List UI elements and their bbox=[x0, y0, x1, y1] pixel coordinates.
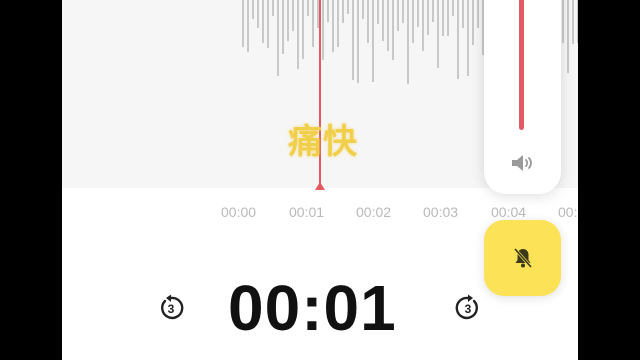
waveform-bar bbox=[242, 0, 244, 47]
waveform-bar bbox=[352, 0, 354, 80]
waveform-bar bbox=[377, 0, 379, 24]
mute-notification-button[interactable] bbox=[484, 220, 561, 296]
speaker-icon[interactable] bbox=[510, 152, 536, 174]
waveform-bar bbox=[412, 0, 414, 43]
waveform-bar bbox=[312, 0, 314, 47]
time-tick: 00:05 bbox=[558, 204, 578, 220]
waveform-bar bbox=[457, 0, 459, 79]
waveform-bar bbox=[417, 0, 419, 27]
waveform-bar bbox=[342, 0, 344, 23]
waveform-bar bbox=[467, 0, 469, 76]
waveform-bar bbox=[332, 0, 334, 52]
waveform-bar bbox=[382, 0, 384, 41]
waveform-bar bbox=[472, 0, 474, 45]
waveform-bar bbox=[387, 0, 389, 51]
waveform-bar bbox=[287, 0, 289, 41]
waveform-bar bbox=[397, 0, 399, 31]
waveform-bar bbox=[392, 0, 394, 60]
skip-forward-button[interactable]: 3 bbox=[453, 293, 483, 323]
waveform-bar bbox=[257, 0, 259, 28]
replay-3-icon: 3 bbox=[161, 294, 184, 320]
waveform-bar bbox=[297, 0, 299, 69]
waveform-bar bbox=[462, 0, 464, 28]
waveform-bar bbox=[452, 0, 454, 16]
waveform-bar bbox=[337, 0, 339, 47]
waveform-bar bbox=[477, 0, 479, 28]
waveform-bar bbox=[282, 0, 284, 54]
waveform-bar bbox=[402, 0, 404, 23]
lyric-text: 痛快 bbox=[288, 122, 358, 162]
waveform-bar bbox=[292, 0, 294, 31]
skip-back-button[interactable]: 3 bbox=[156, 293, 186, 323]
waveform-bar bbox=[422, 0, 424, 51]
forward-3-icon: 3 bbox=[455, 294, 478, 320]
waveform-bar bbox=[362, 0, 364, 19]
bell-off-icon bbox=[513, 248, 533, 268]
volume-slider[interactable] bbox=[519, 0, 524, 130]
skip-back-seconds: 3 bbox=[168, 302, 175, 316]
waveform-bar bbox=[307, 0, 309, 16]
waveform-bar bbox=[567, 0, 569, 73]
time-tick: 00:03 bbox=[423, 204, 459, 220]
elapsed-timer: 00:01 bbox=[228, 272, 397, 344]
time-tick: 00:01 bbox=[289, 204, 325, 220]
volume-panel bbox=[484, 0, 561, 194]
waveform-bar bbox=[442, 0, 444, 36]
waveform-bar bbox=[437, 0, 439, 68]
waveform-bar bbox=[247, 0, 249, 52]
waveform-bar bbox=[347, 0, 349, 14]
time-tick: 00:02 bbox=[356, 204, 392, 220]
waveform-bar bbox=[577, 0, 578, 43]
waveform-bar bbox=[357, 0, 359, 83]
waveform-bar bbox=[262, 0, 264, 43]
waveform-bar bbox=[562, 0, 564, 43]
time-tick: 00:04 bbox=[491, 204, 527, 220]
waveform-bar bbox=[302, 0, 304, 59]
waveform-bar bbox=[432, 0, 434, 22]
waveform-bar bbox=[272, 0, 274, 16]
waveform-bar bbox=[372, 0, 374, 82]
time-tick: 00:00 bbox=[221, 204, 257, 220]
waveform-bar bbox=[367, 0, 369, 43]
waveform-bar bbox=[407, 0, 409, 84]
skip-forward-seconds: 3 bbox=[465, 302, 472, 316]
waveform-bar bbox=[447, 0, 449, 36]
playhead-marker[interactable] bbox=[315, 182, 325, 190]
waveform-bar bbox=[322, 0, 324, 60]
waveform-bar bbox=[572, 0, 574, 44]
waveform-bar bbox=[277, 0, 279, 76]
waveform-bar bbox=[427, 0, 429, 35]
waveform-bar bbox=[267, 0, 269, 48]
waveform-bar bbox=[327, 0, 329, 22]
waveform-bar bbox=[252, 0, 254, 19]
